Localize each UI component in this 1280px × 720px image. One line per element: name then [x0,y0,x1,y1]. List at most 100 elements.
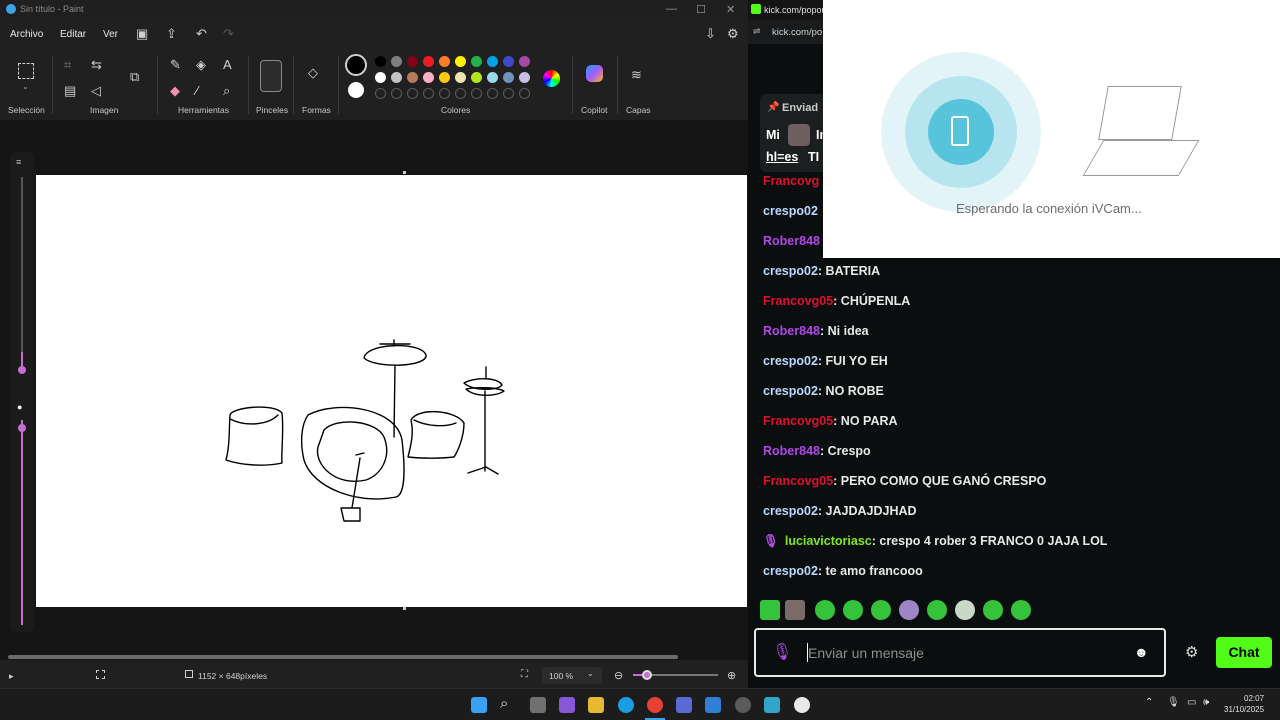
emoji-picker-icon[interactable]: ☻ [1134,644,1149,660]
message-input[interactable]: Enviar un mensaje [808,645,924,661]
color-swatch[interactable] [471,72,482,83]
edge-icon[interactable] [618,697,634,713]
chevron-down-icon[interactable]: ⌄ [22,82,29,91]
file-explorer-icon[interactable] [588,697,604,713]
fit-to-window-icon[interactable]: ⛶ [521,669,528,680]
drawing-canvas[interactable] [36,175,747,607]
emote-icon[interactable] [815,600,835,620]
system-clock[interactable]: 02:07 31/10/2025 [1224,693,1264,715]
chrome-icon[interactable] [647,697,663,713]
chat-username[interactable]: Francovg05 [763,414,833,428]
color-swatch[interactable] [487,56,498,67]
chat-username[interactable]: crespo02 [763,264,818,278]
empty-color-slot[interactable] [503,88,514,99]
color-swatch[interactable] [519,72,530,83]
save-icon[interactable]: ▣ [136,27,148,40]
microphone-icon[interactable]: 🎙 [772,642,792,662]
empty-color-slot[interactable] [407,88,418,99]
zoom-slider-thumb[interactable] [642,670,652,680]
redo-icon[interactable]: ↷ [223,27,234,40]
resize-icon[interactable]: ⇆ [91,58,102,71]
magnifier-icon[interactable]: ⌕ [223,84,230,97]
chat-username[interactable]: crespo02 [763,354,818,368]
menu-archivo[interactable]: Archivo [10,29,43,40]
color-swatch[interactable] [519,56,530,67]
chat-username[interactable]: Francovg [763,174,819,188]
text-icon[interactable]: A [223,58,232,71]
canvas-resize-handle[interactable] [403,607,406,610]
image-generator-icon[interactable]: ⧉ [130,70,139,83]
empty-color-slot[interactable] [519,88,530,99]
app-icon[interactable] [735,697,751,713]
empty-color-slot[interactable] [455,88,466,99]
color-swatch[interactable] [503,72,514,83]
selection-icon[interactable] [18,63,34,79]
color-swatch[interactable] [375,72,386,83]
emote-icon[interactable] [843,600,863,620]
color-picker-icon[interactable]: ⁄ [196,84,198,97]
maximize-icon[interactable]: ☐ [696,3,706,16]
color-swatch[interactable] [407,56,418,67]
chat-username[interactable]: luciavictoriasc [785,534,872,548]
chat-settings-gear-icon[interactable]: ⚙ [1185,643,1198,661]
chat-input-box[interactable]: 🎙 Enviar un mensaje ☻ [754,628,1166,677]
crop-icon[interactable]: ⌗ [64,58,71,71]
eraser-icon[interactable]: ◆ [170,84,180,97]
pinned-link[interactable]: hl=es [766,150,798,164]
color-swatch[interactable] [423,72,434,83]
chat-username[interactable]: crespo02 [763,204,818,218]
shapes-icon[interactable]: ◇ [308,66,318,79]
color-swatch[interactable] [503,56,514,67]
chat-send-button[interactable]: Chat [1216,637,1272,668]
size-slider-track[interactable] [21,177,23,367]
url-text[interactable]: kick.com/po [772,27,822,38]
settings-gear-icon[interactable]: ⚙ [727,27,739,40]
color-swatch[interactable] [407,72,418,83]
image-select-icon[interactable]: ▤ [64,84,76,97]
pencil-icon[interactable]: ✎ [170,58,181,71]
emote-icon[interactable] [871,600,891,620]
site-info-icon[interactable]: ⇌ [753,26,761,37]
minimize-icon[interactable]: — [666,3,677,15]
color-swatch[interactable] [455,56,466,67]
edit-colors-icon[interactable] [543,70,560,87]
chat-username[interactable]: Rober848 [763,444,820,458]
publish-icon[interactable]: ⇩ [705,27,716,40]
close-icon[interactable]: ✕ [726,3,735,16]
emote-icon[interactable] [760,600,780,620]
network-icon[interactable]: ▭ [1187,697,1196,708]
empty-color-slot[interactable] [487,88,498,99]
empty-color-slot[interactable] [423,88,434,99]
horizontal-scrollbar[interactable] [8,655,678,659]
chat-username[interactable]: Francovg05 [763,294,833,308]
chat-username[interactable]: Rober848 [763,324,820,338]
brush-icon[interactable] [260,60,282,92]
task-view-icon[interactable] [530,697,546,713]
empty-color-slot[interactable] [439,88,450,99]
color-swatch[interactable] [455,72,466,83]
canvas-resize-handle[interactable] [403,171,406,174]
color-swatch[interactable] [439,56,450,67]
menu-editar[interactable]: Editar [60,29,86,40]
color-swatch[interactable] [375,56,386,67]
paint-taskbar-icon[interactable] [764,697,780,713]
chat-username[interactable]: crespo02 [763,504,818,518]
empty-color-slot[interactable] [391,88,402,99]
clock-app-icon[interactable] [794,697,810,713]
layers-icon[interactable]: ≋ [631,68,642,81]
windows-start-icon[interactable] [471,697,487,713]
chat-username[interactable]: crespo02 [763,384,818,398]
chat-username[interactable]: Rober848 [763,234,820,248]
opacity-slider-thumb[interactable] [18,424,26,432]
empty-color-slot[interactable] [375,88,386,99]
copilot-icon[interactable] [586,65,603,82]
copilot-app-icon[interactable] [559,697,575,713]
color-swatch[interactable] [487,72,498,83]
color-swatch[interactable] [471,56,482,67]
chat-username[interactable]: Francovg05 [763,474,833,488]
emote-icon[interactable] [899,600,919,620]
size-slider-thumb[interactable] [18,366,26,374]
share-icon[interactable]: ⇪ [166,27,177,40]
chat-username[interactable]: crespo02 [763,564,818,578]
tab-title[interactable]: kick.com/popout [764,5,829,15]
